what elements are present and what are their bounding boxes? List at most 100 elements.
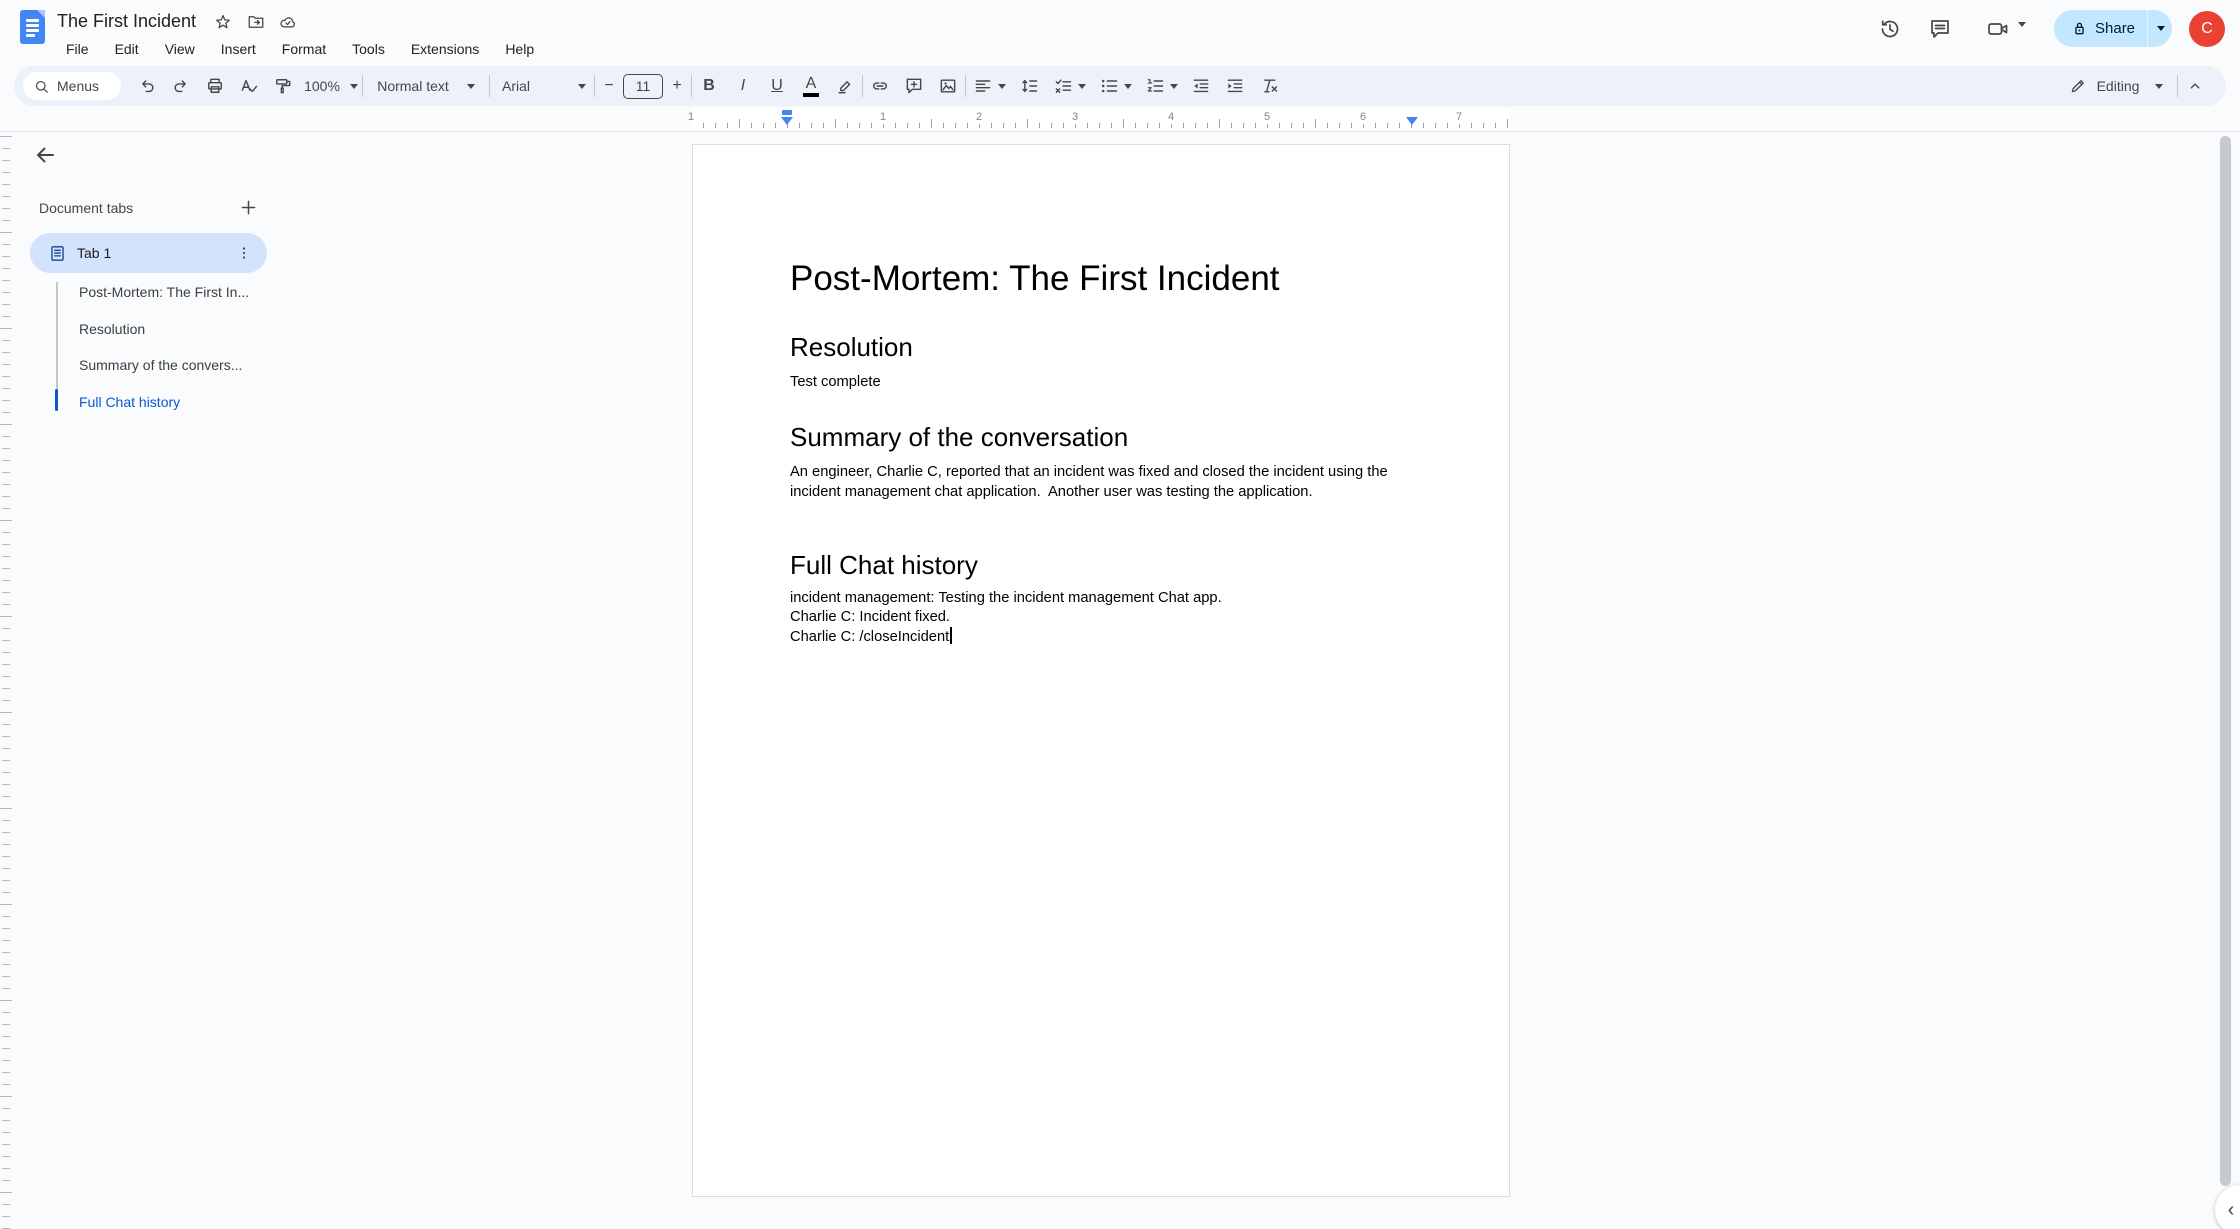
doc-title-text[interactable]: Post-Mortem: The First Incident xyxy=(790,258,1417,300)
checklist-button[interactable] xyxy=(1046,69,1092,103)
chevron-up-icon xyxy=(2186,77,2204,95)
ruler-label: 1 xyxy=(877,111,889,124)
align-button[interactable] xyxy=(966,69,1012,103)
menu-tools[interactable]: Tools xyxy=(343,36,394,62)
text-color-swatch xyxy=(803,93,819,97)
add-comment-button[interactable] xyxy=(897,69,931,103)
share-divider xyxy=(2147,10,2148,47)
vertical-scrollbar[interactable] xyxy=(2220,136,2231,1186)
spell-check-button[interactable] xyxy=(232,69,266,103)
text-color-button[interactable]: A xyxy=(794,69,828,103)
style-caret-icon xyxy=(467,84,475,89)
doc-chat-lines[interactable]: incident management: Testing the inciden… xyxy=(790,589,1417,648)
redo-button[interactable] xyxy=(164,69,198,103)
add-tab-button[interactable] xyxy=(238,197,260,219)
document-tabs-header: Document tabs xyxy=(39,200,133,216)
menus-search-button[interactable]: Menus xyxy=(23,72,121,100)
text-cursor xyxy=(950,627,952,644)
menu-extensions[interactable]: Extensions xyxy=(402,36,488,62)
zoom-select[interactable]: 100% xyxy=(300,69,362,103)
outline-active-indicator xyxy=(55,389,58,411)
menu-edit[interactable]: Edit xyxy=(106,36,148,62)
print-button[interactable] xyxy=(198,69,232,103)
chat-line[interactable]: Charlie C: Incident fixed. xyxy=(790,608,1417,627)
insert-image-button[interactable] xyxy=(931,69,965,103)
increase-indent-button[interactable] xyxy=(1218,69,1252,103)
checklist-caret-icon xyxy=(1078,84,1086,89)
bold-button[interactable]: B xyxy=(692,69,726,103)
ruler-label: 3 xyxy=(1069,111,1081,124)
chat-line[interactable]: incident management: Testing the inciden… xyxy=(790,589,1417,608)
ruler-label: 1 xyxy=(685,111,697,124)
bulleted-list-button[interactable] xyxy=(1092,69,1138,103)
outline-item-active[interactable]: Full Chat history xyxy=(79,394,180,410)
menu-insert[interactable]: Insert xyxy=(212,36,265,62)
menu-bar: File Edit View Insert Format Tools Exten… xyxy=(57,36,543,62)
version-history-icon[interactable] xyxy=(1878,17,1902,41)
share-button[interactable]: Share xyxy=(2054,10,2172,47)
doc-heading-full-chat[interactable]: Full Chat history xyxy=(790,549,1417,581)
outline-item[interactable]: Resolution xyxy=(79,321,145,337)
plus-icon xyxy=(238,197,259,218)
font-value: Arial xyxy=(502,78,530,94)
font-family-select[interactable]: Arial xyxy=(490,69,594,103)
meet-video-icon[interactable] xyxy=(1986,17,2010,41)
doc-heading-summary[interactable]: Summary of the conversation xyxy=(790,421,1417,453)
outline-item[interactable]: Post-Mortem: The First In... xyxy=(79,284,249,300)
menu-file[interactable]: File xyxy=(57,36,98,62)
editing-mode-select[interactable]: Editing xyxy=(2055,69,2177,103)
back-arrow-icon xyxy=(33,143,57,167)
horizontal-ruler[interactable] xyxy=(692,108,1510,131)
paragraph-style-select[interactable]: Normal text xyxy=(363,69,489,103)
numbered-list-caret-icon xyxy=(1170,84,1178,89)
line-spacing-button[interactable] xyxy=(1012,69,1046,103)
clear-formatting-button[interactable] xyxy=(1252,69,1286,103)
cloud-status-icon[interactable] xyxy=(279,13,297,31)
underline-button[interactable]: U xyxy=(760,69,794,103)
comments-icon[interactable] xyxy=(1928,17,1952,41)
account-avatar[interactable]: C xyxy=(2189,11,2225,47)
tab-item-selected[interactable]: Tab 1 xyxy=(30,233,267,273)
star-icon[interactable] xyxy=(214,13,232,31)
pencil-icon xyxy=(2069,77,2087,95)
highlight-color-button[interactable] xyxy=(828,69,862,103)
outline-item[interactable]: Summary of the convers... xyxy=(79,357,242,373)
left-indent-marker[interactable] xyxy=(781,108,793,130)
close-outline-button[interactable] xyxy=(33,143,57,167)
meet-caret-icon[interactable] xyxy=(2018,27,2042,51)
share-lock-icon xyxy=(2070,19,2089,38)
docs-logo-icon[interactable] xyxy=(20,10,45,44)
share-caret-icon[interactable] xyxy=(2157,26,2165,31)
decrease-indent-button[interactable] xyxy=(1184,69,1218,103)
document-page[interactable]: Post-Mortem: The First Incident Resoluti… xyxy=(692,144,1510,1197)
doc-paragraph[interactable]: An engineer, Charlie C, reported that an… xyxy=(790,463,1417,502)
hide-menus-button[interactable] xyxy=(2178,69,2212,103)
bulleted-list-caret-icon xyxy=(1124,84,1132,89)
ruler-label: 2 xyxy=(973,111,985,124)
document-title[interactable]: The First Incident xyxy=(57,11,196,32)
chat-line[interactable]: Charlie C: /closeIncident xyxy=(790,627,1417,647)
right-indent-marker[interactable] xyxy=(1406,117,1418,125)
zoom-caret-icon xyxy=(350,84,358,89)
paint-format-button[interactable] xyxy=(266,69,300,103)
style-value: Normal text xyxy=(377,78,449,94)
menus-label: Menus xyxy=(57,78,99,94)
doc-paragraph[interactable]: Test complete xyxy=(790,373,1417,393)
menu-view[interactable]: View xyxy=(156,36,204,62)
decrease-font-size-button[interactable]: − xyxy=(595,69,623,103)
tab-options-icon[interactable] xyxy=(235,244,253,262)
doc-heading-resolution[interactable]: Resolution xyxy=(790,331,1417,363)
chevron-left-icon: ‹ xyxy=(2228,1199,2235,1222)
document-tabs-sidebar: Document tabs Tab 1 Post-Mortem: The Fir… xyxy=(0,132,640,1229)
menu-help[interactable]: Help xyxy=(496,36,543,62)
undo-button[interactable] xyxy=(130,69,164,103)
insert-link-button[interactable] xyxy=(863,69,897,103)
increase-font-size-button[interactable]: + xyxy=(663,69,691,103)
hide-side-panel-button[interactable]: ‹ xyxy=(2215,1185,2240,1229)
menu-format[interactable]: Format xyxy=(273,36,335,62)
italic-button[interactable]: I xyxy=(726,69,760,103)
move-folder-icon[interactable] xyxy=(247,13,265,31)
share-label: Share xyxy=(2095,20,2135,37)
font-size-input[interactable]: 11 xyxy=(623,74,663,99)
numbered-list-button[interactable] xyxy=(1138,69,1184,103)
